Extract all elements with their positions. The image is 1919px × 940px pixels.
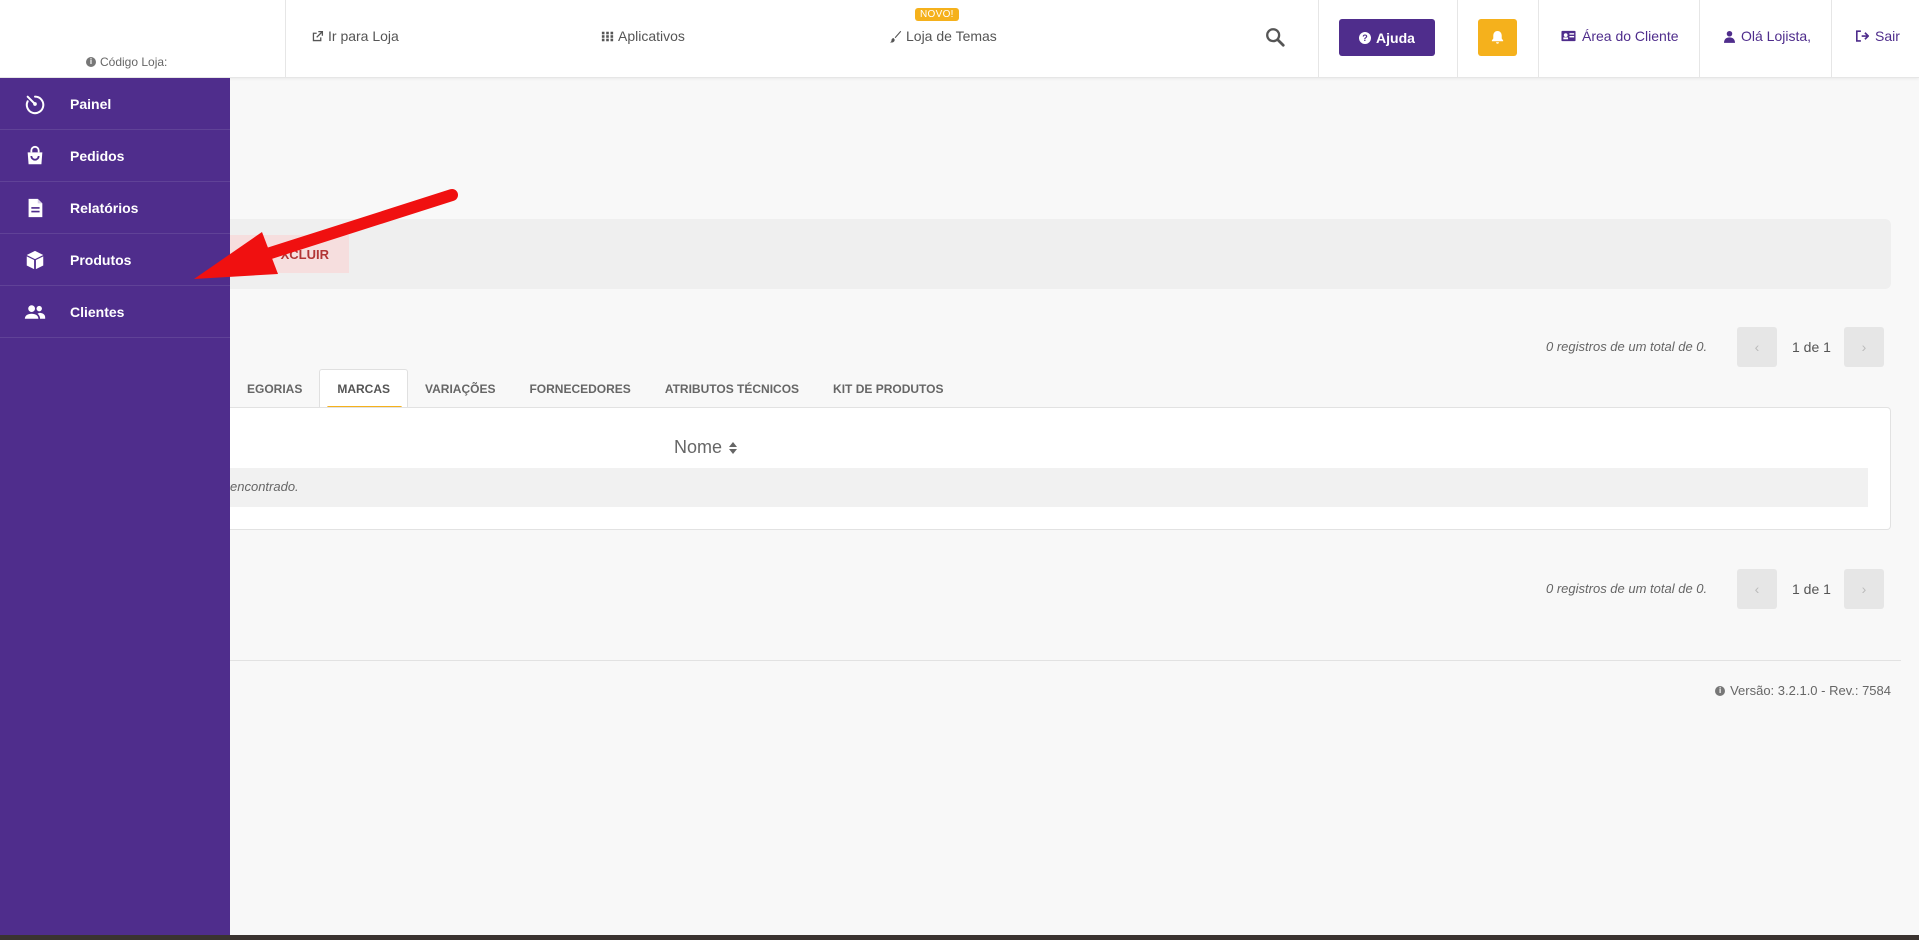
sidebar-item-label: Pedidos [70,147,125,164]
question-icon: ? [1359,31,1372,44]
sidebar-item-painel[interactable]: Painel [0,78,230,130]
chevron-left-icon: ‹ [1754,581,1760,597]
id-card-icon [1561,30,1576,42]
prev-page-button[interactable]: ‹ [1737,327,1777,367]
brush-icon [889,30,902,42]
tab-categories[interactable]: EGORIAS [230,382,319,408]
logout-icon [1856,30,1869,42]
sidebar-item-label: Relatórios [70,199,139,216]
sidebar-item-pedidos[interactable]: Pedidos [0,130,230,182]
search-button[interactable] [1264,26,1288,50]
taskbar-strip [0,935,1919,940]
tab-suppliers[interactable]: FORNECEDORES [512,382,647,408]
sidebar-item-label: Painel [70,95,112,112]
column-header-name[interactable]: Nome [674,437,738,458]
sort-icon [729,441,738,454]
sidebar: Painel Pedidos Relatórios Produtos Clien… [0,78,230,935]
chevron-right-icon: › [1861,339,1867,355]
logout-link[interactable]: Sair [1856,28,1900,44]
apps-label: Aplicativos [618,28,685,44]
user-greeting: Olá Lojista, [1741,28,1812,44]
separator [1699,0,1700,78]
info-icon: i [1715,685,1726,696]
themes-label: Loja de Temas [906,28,997,44]
sidebar-item-label: Produtos [70,251,132,268]
separator [1538,0,1539,78]
top-bar: i Código Loja: Ir para Loja Aplicativos … [0,0,1919,78]
sidebar-item-clientes[interactable]: Clientes [0,286,230,338]
sidebar-item-produtos[interactable]: Produtos [0,234,230,286]
go-to-store-link[interactable]: Ir para Loja [311,28,399,44]
shopping-bag-icon [0,145,70,167]
client-area-label: Área do Cliente [1582,28,1679,44]
dashboard-icon [0,93,70,115]
column-name-label: Nome [674,437,723,457]
tab-product-kits[interactable]: KIT DE PRODUTOS [816,382,960,408]
notifications-button[interactable] [1478,19,1517,56]
chevron-right-icon: › [1861,581,1867,597]
brand-area: i Código Loja: [0,0,286,78]
footer-divider [230,660,1901,661]
store-code: i Código Loja: [86,55,167,69]
version-text: Versão: 3.2.1.0 - Rev.: 7584 [1730,683,1891,698]
apps-link[interactable]: Aplicativos [601,28,685,44]
logout-label: Sair [1875,28,1900,44]
separator [1318,0,1319,78]
page-indicator-bottom: 1 de 1 [1792,581,1831,597]
themes-link[interactable]: Loja de Temas [889,28,997,44]
tab-brands[interactable]: MARCAS [319,369,409,409]
chevron-left-icon: ‹ [1754,339,1760,355]
separator [1457,0,1458,78]
delete-label: XCLUIR [280,246,329,262]
client-area-link[interactable]: Área do Cliente [1561,28,1679,44]
user-menu[interactable]: Olá Lojista, [1724,28,1811,44]
empty-message: encontrado. [230,479,299,494]
tab-technical-attributes[interactable]: ATRIBUTOS TÉCNICOS [648,382,816,408]
page-indicator: 1 de 1 [1792,339,1831,355]
store-code-label: Código Loja: [100,55,168,69]
action-bar [230,219,1891,289]
version-info: i Versão: 3.2.1.0 - Rev.: 7584 [1715,683,1891,698]
help-label: Ajuda [1376,29,1415,46]
document-icon [0,197,70,219]
bell-icon [1491,30,1504,44]
product-tabs: EGORIAS MARCAS VARIAÇÕES FORNECEDORES AT… [230,369,961,409]
empty-row [230,468,1868,507]
sidebar-item-relatorios[interactable]: Relatórios [0,182,230,234]
delete-button[interactable]: XCLUIR [230,235,349,273]
records-count: 0 registros de um total de 0. [1546,339,1708,354]
go-to-store-label: Ir para Loja [328,28,399,44]
users-icon [0,301,70,323]
help-button[interactable]: ? Ajuda [1339,19,1435,56]
new-badge: NOVO! [915,8,959,21]
sidebar-item-label: Clientes [70,303,125,320]
info-icon: i [86,57,96,67]
prev-page-button-bottom[interactable]: ‹ [1737,569,1777,609]
next-page-button-bottom[interactable]: › [1844,569,1884,609]
external-link-icon [312,30,324,41]
tab-variations[interactable]: VARIAÇÕES [408,382,512,408]
next-page-button[interactable]: › [1844,327,1884,367]
search-icon [1266,28,1285,47]
separator [1831,0,1832,78]
box-icon [0,249,70,271]
records-count-bottom: 0 registros de um total de 0. [1546,581,1708,596]
grid-icon [601,31,614,41]
user-icon [1724,30,1735,43]
